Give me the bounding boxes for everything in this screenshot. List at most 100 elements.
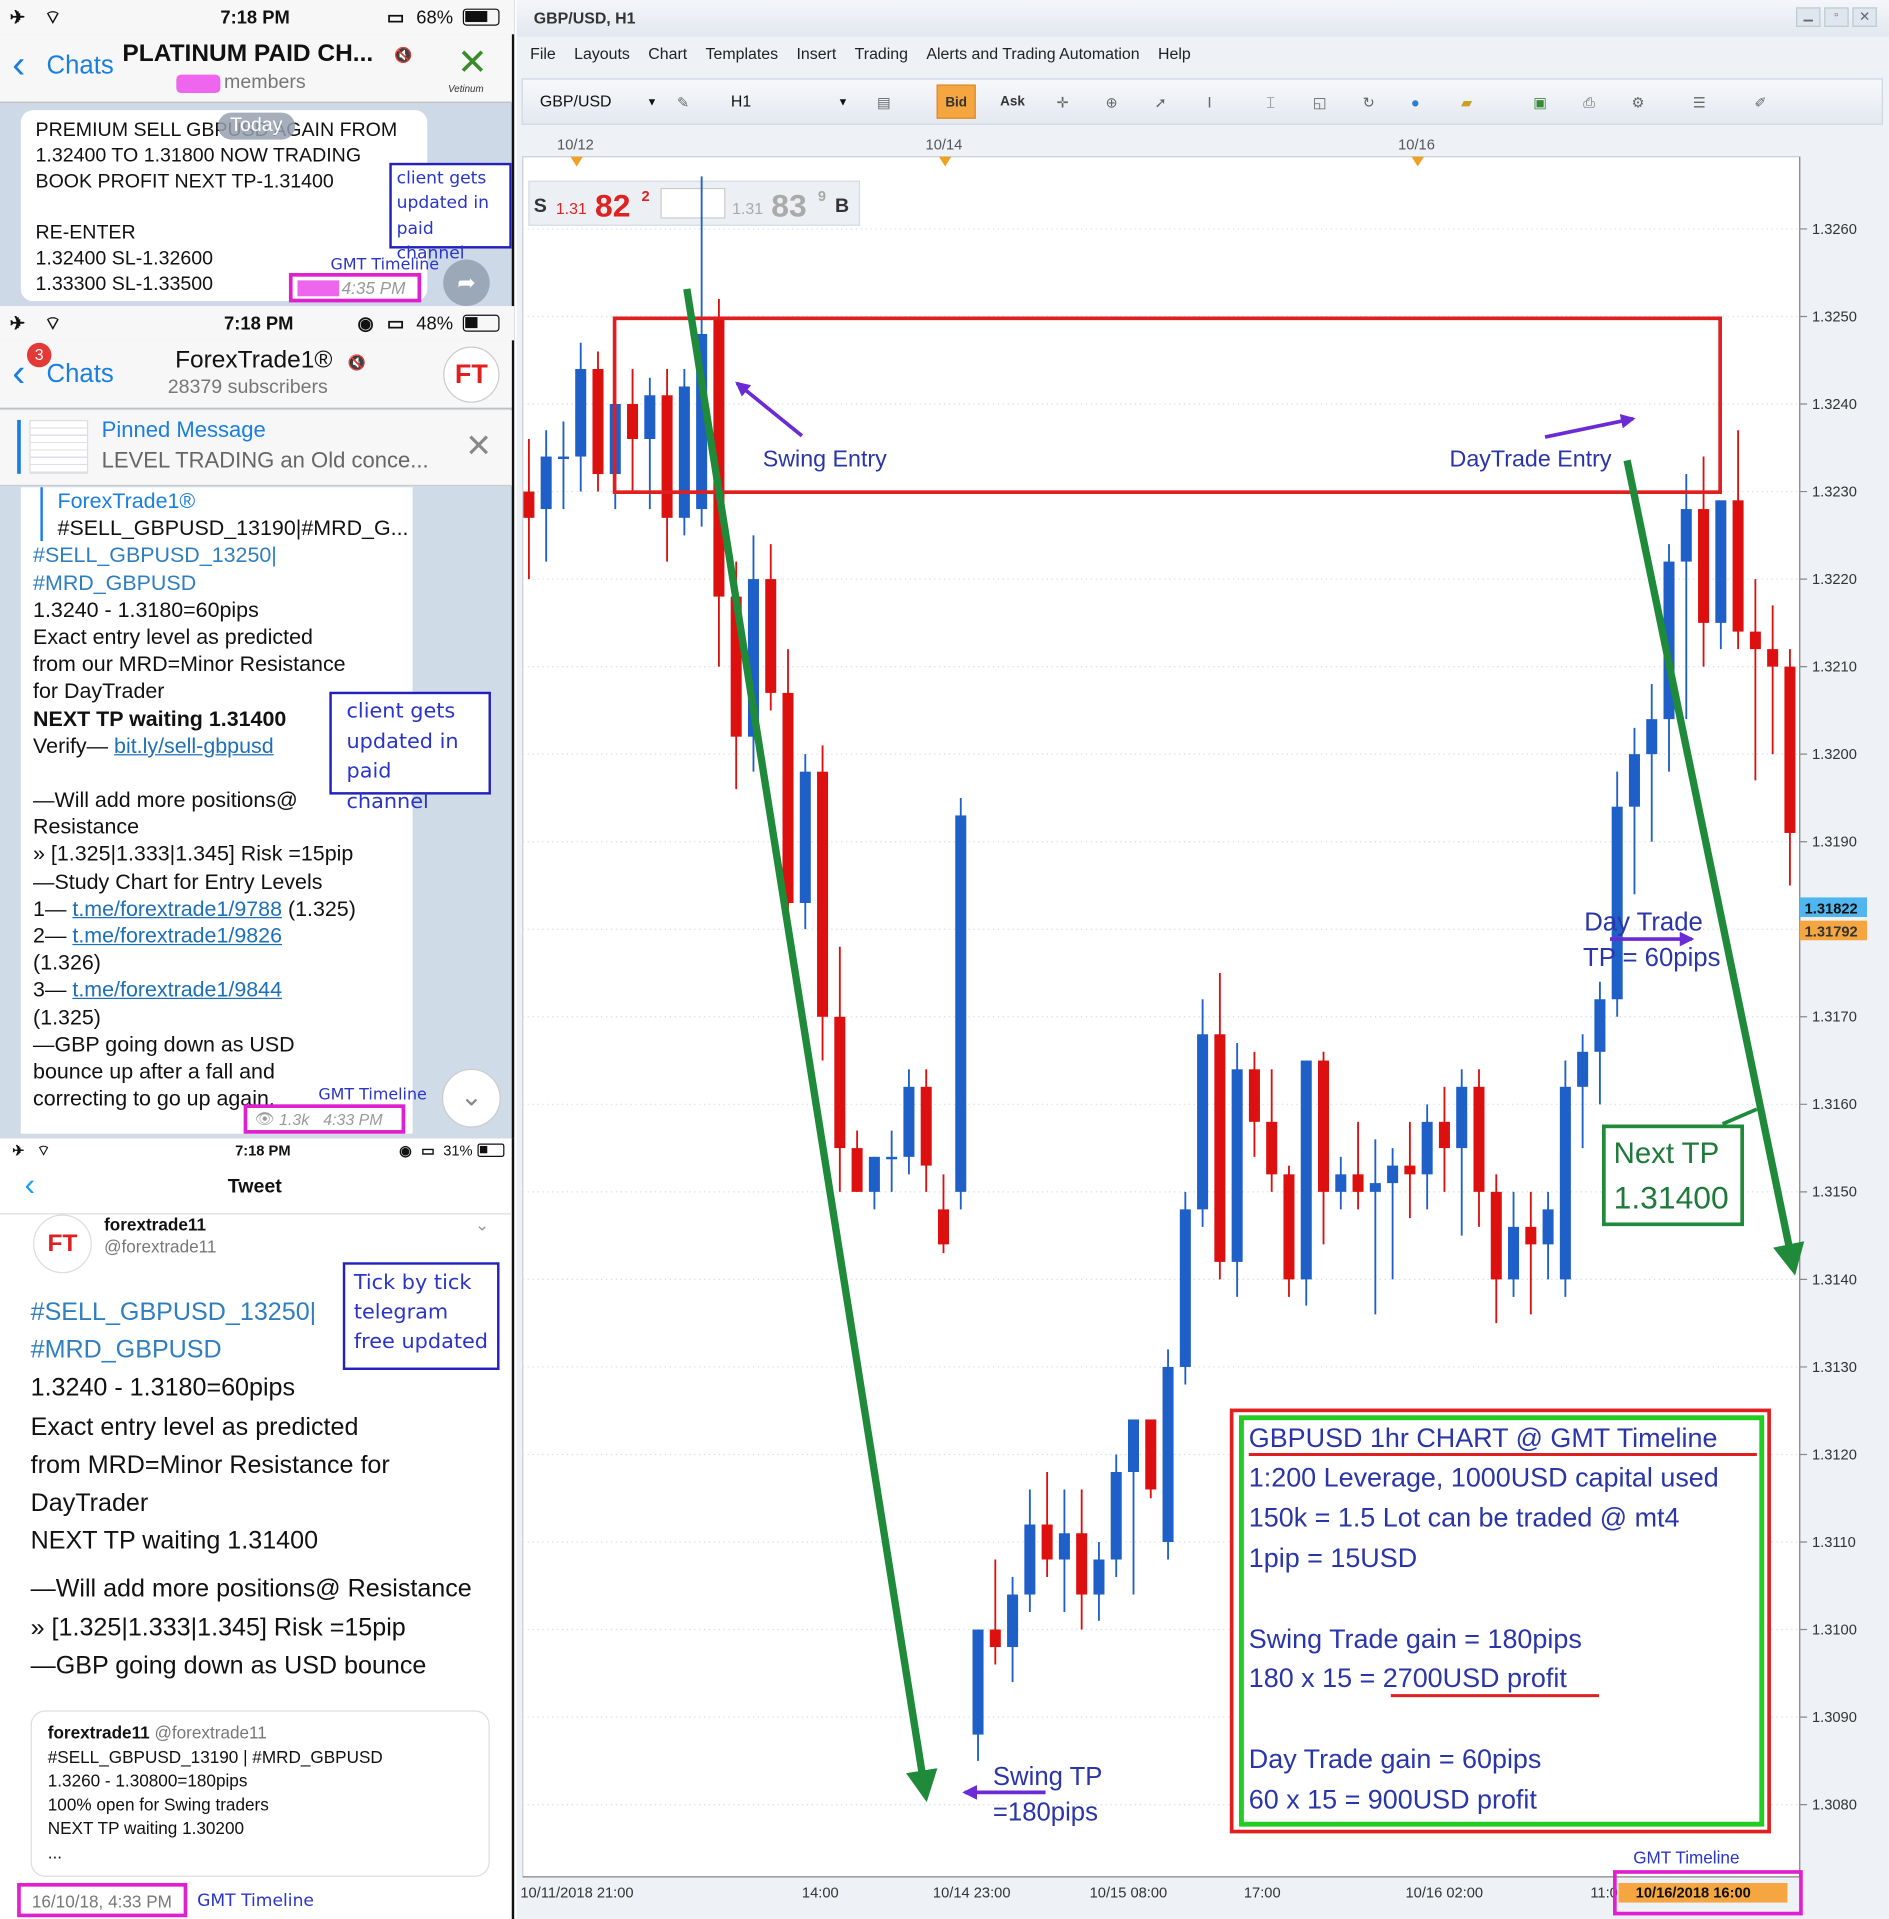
pointer-icon[interactable]: ➚ — [1147, 89, 1174, 116]
page-title: Tweet — [227, 1176, 282, 1198]
crosshair-icon[interactable]: ✛ — [1049, 89, 1076, 116]
chart-type-icon[interactable]: ✎ — [670, 89, 697, 116]
hashtag[interactable]: #MRD_GBPUSD — [33, 569, 400, 596]
battery-icon — [462, 8, 500, 26]
share-icon[interactable]: ➦ — [443, 259, 490, 307]
x-tick-label: 10/11/2018 21:00 — [520, 1886, 633, 1902]
candle-body — [1162, 1366, 1174, 1543]
screen-mirror-icon: ▭ — [386, 313, 405, 335]
y-tick-label: 1.3260 — [1812, 222, 1857, 238]
maximize-icon[interactable]: ▫ — [1824, 7, 1849, 27]
buy-label[interactable]: B — [835, 195, 849, 217]
menu-item[interactable]: Templates — [706, 44, 779, 62]
symbol-select[interactable]: GBP/USD ▼ — [540, 88, 658, 115]
window-titlebar: GBP/USD, H1 ▁ ▫ ✕ — [516, 0, 1889, 37]
candle-body — [1335, 1174, 1347, 1192]
user-handle[interactable]: @forextrade11 — [104, 1237, 216, 1257]
gmt-timeline-label: GMT Timeline — [330, 255, 440, 275]
daytrade-tp-pips: TP = 60pips — [1583, 944, 1720, 972]
chat-header: ‹ Chats PLATINUM PAID CH... 🔇 members ✕ … — [0, 34, 512, 103]
chart-link[interactable]: t.me/forextrade1/9788 — [72, 896, 282, 920]
menu-item[interactable]: Alerts and Trading Automation — [926, 44, 1139, 62]
sell-label[interactable]: S — [534, 195, 547, 217]
hashtag[interactable]: #SELL_GBPUSD_13250| — [33, 542, 400, 569]
quoted-line: 1.3260 - 1.30800=180pips — [47, 1770, 248, 1790]
cursor-icon[interactable]: ⌶ — [1257, 89, 1284, 116]
y-tick-label: 1.3140 — [1812, 1272, 1857, 1288]
back-chevron-icon[interactable]: ‹ — [12, 44, 25, 83]
message-line: Resistance — [33, 814, 140, 839]
user-avatar[interactable]: FT — [33, 1214, 92, 1274]
price-chart[interactable]: 1.3260 1.3250 1.3240 1.3230 1.3220 1.3210 1.32… — [517, 130, 1889, 1919]
back-button[interactable]: Chats — [47, 360, 114, 389]
minimize-icon[interactable]: ▁ — [1796, 7, 1821, 27]
reply-name: ForexTrade1® — [57, 488, 196, 513]
menu-item[interactable]: Chart — [648, 44, 687, 62]
message-line: 2— t.me/forextrade1/9826 — [33, 922, 400, 949]
menu-item[interactable]: Help — [1158, 44, 1191, 62]
menu-bar: File Layouts Chart Templates Insert Trading Al… — [530, 44, 1209, 62]
message-line: bounce up after a fall and — [33, 1059, 275, 1084]
y-tick-label: 1.3080 — [1812, 1798, 1857, 1814]
back-button[interactable]: Chats — [47, 51, 114, 80]
candle-body — [834, 1016, 846, 1149]
close-window-icon[interactable]: ✕ — [1852, 7, 1877, 27]
menu-item[interactable]: Insert — [796, 44, 836, 62]
globe-icon[interactable]: ● — [1402, 89, 1429, 116]
candle-body — [1490, 1191, 1502, 1280]
bid-ask-panel: S 1.31 82 2 1.31 83 9 B — [528, 180, 861, 226]
settings-icon[interactable]: ⚙ — [1625, 89, 1652, 116]
y-tick-label: 1.3110 — [1812, 1535, 1856, 1551]
chart-link[interactable]: t.me/forextrade1/9826 — [72, 923, 282, 947]
timeframe-select[interactable]: H1 ▼ — [731, 88, 849, 115]
drawing-icon[interactable]: ◱ — [1306, 89, 1333, 116]
ruler-icon[interactable]: ▰ — [1453, 89, 1480, 116]
date-highlight: 16/10/18, 4:33 PM — [17, 1882, 188, 1918]
annotation-line: Tick by tick — [353, 1270, 472, 1296]
y-tick-label: 1.3210 — [1812, 660, 1857, 676]
zoom-icon[interactable]: ⊕ — [1098, 89, 1125, 116]
chart-link[interactable]: t.me/forextrade1/9844 — [72, 978, 282, 1002]
user-name[interactable]: forextrade11 — [104, 1215, 206, 1235]
views-eye-icon: 👁 — [254, 1109, 275, 1128]
menu-item[interactable]: Trading — [855, 44, 908, 62]
back-chevron-icon[interactable]: ‹ — [24, 1168, 35, 1200]
status-time: 7:18 PM — [224, 312, 294, 334]
gmt-timeline-label: GMT Timeline — [197, 1891, 314, 1912]
close-icon[interactable]: ✕ — [465, 427, 492, 465]
indicator-icon[interactable]: Ⅰ — [1196, 89, 1223, 116]
y-tick-label: 1.3230 — [1812, 484, 1857, 500]
lot-input[interactable] — [660, 187, 726, 219]
channel-avatar[interactable]: FT — [443, 346, 500, 403]
candle-body — [989, 1629, 1001, 1648]
refresh-icon[interactable]: ↻ — [1355, 89, 1382, 116]
time-highlight: 4:35 PM — [288, 273, 422, 303]
candle-body — [1076, 1533, 1088, 1595]
bid-button[interactable]: Bid — [936, 84, 976, 119]
pinned-message-bar[interactable]: Pinned Message LEVEL TRADING an Old conc… — [0, 410, 512, 487]
pen-icon[interactable]: ✐ — [1747, 89, 1774, 116]
message-time: 4:33 PM — [323, 1110, 383, 1129]
verify-link[interactable]: bit.ly/sell-gbpusd — [114, 733, 274, 757]
menu-item[interactable]: Layouts — [574, 44, 630, 62]
tweet-line: from MRD=Minor Resistance for — [30, 1450, 390, 1479]
time-highlight: 👁 1.3k 4:33 PM — [243, 1104, 406, 1134]
message-line: (1.325) — [33, 1004, 101, 1030]
quoted-tweet[interactable]: forextrade11 @forextrade11 #SELL_GBPUSD_… — [30, 1710, 490, 1877]
layout-icon[interactable]: ☰ — [1686, 89, 1713, 116]
print-icon[interactable]: ⎙ — [1576, 89, 1603, 116]
message-line: from our MRD=Minor Resistance — [33, 651, 346, 677]
mute-icon: 🔇 — [347, 353, 367, 371]
x-tick-label: 14:00 — [802, 1886, 839, 1902]
message-line: —GBP going down as USD — [33, 1031, 295, 1057]
chevron-down-icon[interactable]: ⌄ — [475, 1215, 489, 1236]
quoted-line: NEXT TP waiting 1.30200 — [47, 1818, 245, 1838]
screenshot-icon[interactable]: ▣ — [1527, 89, 1554, 116]
ask-button[interactable]: Ask — [993, 84, 1032, 118]
menu-item[interactable]: File — [530, 44, 556, 62]
scroll-down-icon[interactable]: ⌄ — [441, 1068, 501, 1128]
info-line: 180 x 15 = 2700USD profit — [1249, 1663, 1568, 1693]
telegram-paid-channel-screen: ✈ ⌔ 7:18 PM ▭ 68% ‹ Chats PLATINUM PAID … — [0, 0, 515, 307]
chart-style-icon[interactable]: ▤ — [870, 89, 897, 116]
back-chevron-icon[interactable]: ‹ — [12, 353, 25, 392]
